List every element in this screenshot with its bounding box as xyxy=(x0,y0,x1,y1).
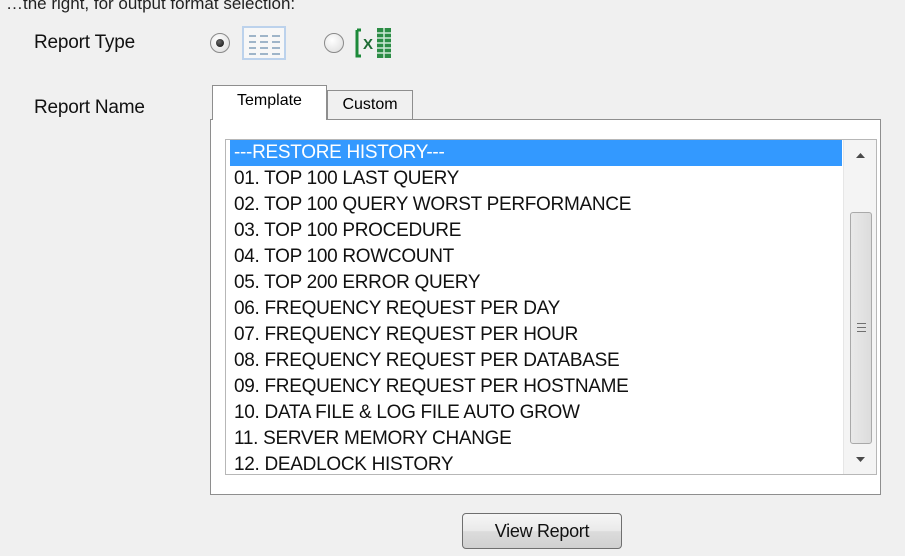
excel-icon: X xyxy=(355,28,391,58)
scroll-up-arrow-icon[interactable] xyxy=(844,142,877,166)
report-type-label: Report Type xyxy=(34,32,135,53)
list-item[interactable]: ---RESTORE HISTORY--- xyxy=(230,140,842,166)
tab-custom[interactable]: Custom xyxy=(327,90,413,119)
report-name-label: Report Name xyxy=(34,97,145,118)
list-item[interactable]: 02. TOP 100 QUERY WORST PERFORMANCE xyxy=(230,192,842,218)
tab-template[interactable]: Template xyxy=(212,85,327,120)
list-item[interactable]: 08. FREQUENCY REQUEST PER DATABASE xyxy=(230,348,842,374)
list-item[interactable]: 07. FREQUENCY REQUEST PER HOUR xyxy=(230,322,842,348)
scroll-down-arrow-icon[interactable] xyxy=(844,448,877,472)
svg-text:X: X xyxy=(363,36,373,53)
list-item[interactable]: 03. TOP 100 PROCEDURE xyxy=(230,218,842,244)
list-item[interactable]: 10. DATA FILE & LOG FILE AUTO GROW xyxy=(230,400,842,426)
radio-selected-dot xyxy=(216,39,224,47)
list-item[interactable]: 11. SERVER MEMORY CHANGE xyxy=(230,426,842,452)
list-item[interactable]: 06. FREQUENCY REQUEST PER DAY xyxy=(230,296,842,322)
report-listbox[interactable]: ---RESTORE HISTORY--- 01. TOP 100 LAST Q… xyxy=(225,139,877,475)
list-item[interactable]: 01. TOP 100 LAST QUERY xyxy=(230,166,842,192)
list-item[interactable]: 04. TOP 100 ROWCOUNT xyxy=(230,244,842,270)
view-report-button[interactable]: View Report xyxy=(462,513,622,549)
scrollbar-thumb[interactable] xyxy=(850,212,872,444)
grip-line xyxy=(857,327,866,328)
list-item[interactable]: 12. DEADLOCK HISTORY xyxy=(230,452,842,478)
vertical-scrollbar[interactable] xyxy=(843,140,876,474)
list-item[interactable]: 05. TOP 200 ERROR QUERY xyxy=(230,270,842,296)
grip-line xyxy=(857,323,866,324)
cropped-top-text: …the right, for output format selection: xyxy=(6,0,296,13)
grip-line xyxy=(857,331,866,332)
list-item[interactable]: 09. FREQUENCY REQUEST PER HOSTNAME xyxy=(230,374,842,400)
grid-report-icon xyxy=(242,26,286,60)
radio-grid-report[interactable] xyxy=(210,33,230,53)
radio-excel-report[interactable] xyxy=(324,33,344,53)
